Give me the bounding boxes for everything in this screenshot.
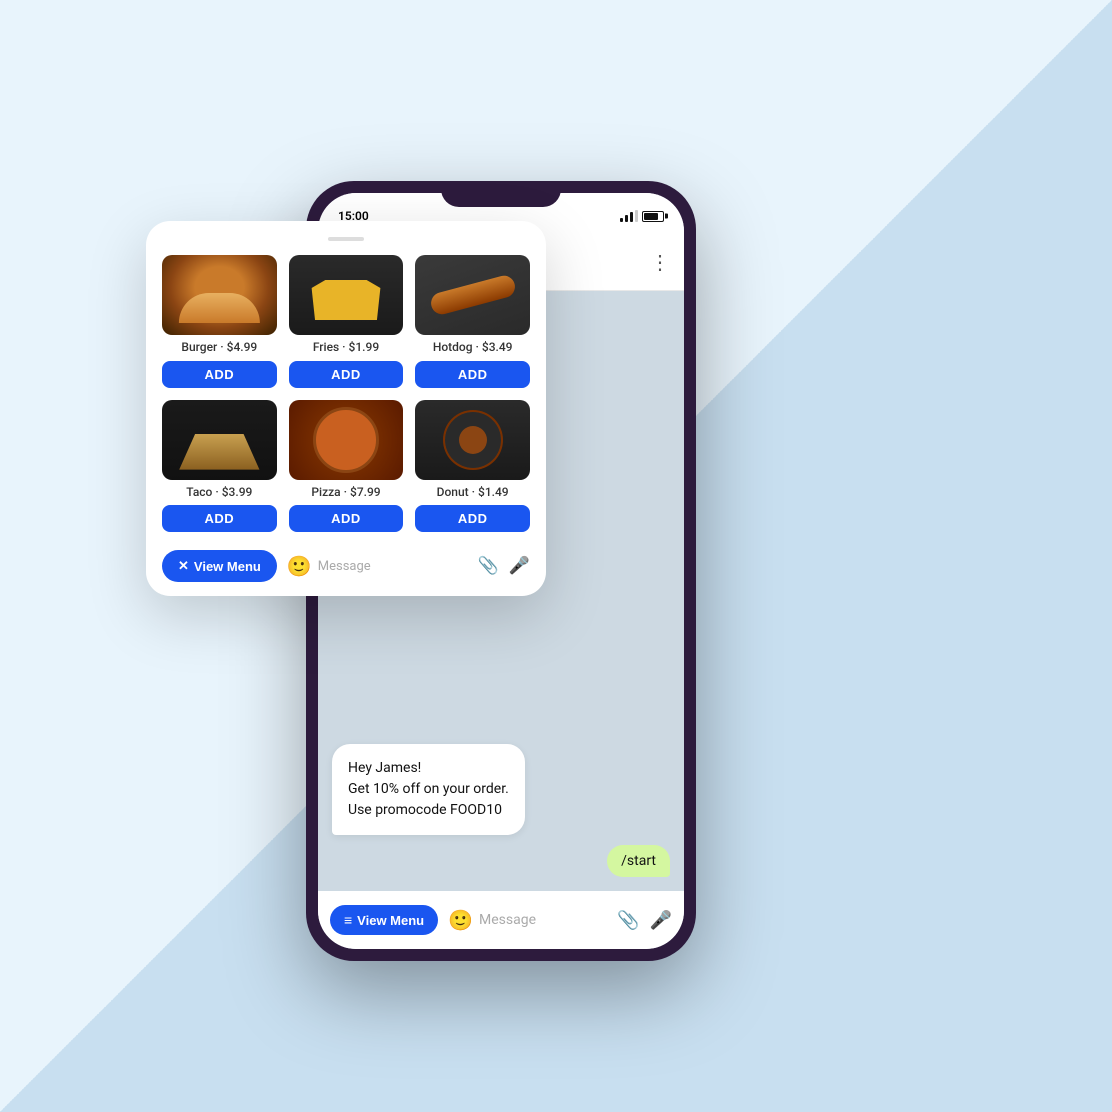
status-icons (620, 210, 664, 222)
battery-icon (642, 211, 664, 222)
view-menu-label-card: View Menu (194, 559, 261, 574)
card-input-area: 🙂 Message (287, 554, 468, 578)
menu-grid: Burger · $4.99 ADD Fries · $1.99 ADD Hot… (162, 255, 530, 532)
taco-image (162, 400, 277, 480)
add-burger-button[interactable]: ADD (162, 361, 277, 388)
more-icon[interactable]: ⋮ (650, 252, 670, 272)
taco-label: Taco · $3.99 (186, 485, 252, 501)
pizza-image (289, 400, 404, 480)
donut-label: Donut · $1.49 (437, 485, 509, 501)
burger-image (162, 255, 277, 335)
message-input-area: 🙂 Message (448, 908, 607, 932)
scene: 15:00 ← 🍜 Food Bot ⋮ (146, 121, 966, 991)
view-menu-button-card[interactable]: ✕ View Menu (162, 550, 277, 582)
hotdog-image (415, 255, 530, 335)
fries-image (289, 255, 404, 335)
menu-item-taco: Taco · $3.99 ADD (162, 400, 277, 533)
menu-item-hotdog: Hotdog · $3.49 ADD (415, 255, 530, 388)
signal-icon (620, 210, 638, 222)
phone-notch (441, 181, 561, 207)
add-hotdog-button[interactable]: ADD (415, 361, 530, 388)
hamburger-icon: ≡ (344, 912, 352, 928)
view-menu-button-phone[interactable]: ≡ View Menu (330, 905, 438, 935)
add-taco-button[interactable]: ADD (162, 505, 277, 532)
bot-message-bubble: Hey James! Get 10% off on your order. Us… (332, 744, 525, 835)
pizza-label: Pizza · $7.99 (311, 485, 380, 501)
chat-input-bar: ≡ View Menu 🙂 Message 📎 🎤 (318, 891, 684, 949)
card-mic-icon[interactable]: 🎤 (509, 556, 530, 576)
bot-message-text: Hey James! Get 10% off on your order. Us… (348, 760, 509, 818)
menu-item-fries: Fries · $1.99 ADD (289, 255, 404, 388)
emoji-icon[interactable]: 🙂 (448, 908, 473, 932)
x-close-icon: ✕ (178, 558, 189, 574)
add-donut-button[interactable]: ADD (415, 505, 530, 532)
card-attach-icon[interactable]: 📎 (478, 556, 499, 576)
view-menu-label-phone: View Menu (357, 913, 424, 928)
card-emoji-icon[interactable]: 🙂 (287, 554, 312, 578)
menu-card-bottom-bar: ✕ View Menu 🙂 Message 📎 🎤 (162, 546, 530, 582)
user-message-bubble: /start (607, 845, 670, 877)
add-pizza-button[interactable]: ADD (289, 505, 404, 532)
user-message-text: /start (621, 853, 656, 869)
menu-item-pizza: Pizza · $7.99 ADD (289, 400, 404, 533)
fries-label: Fries · $1.99 (313, 340, 379, 356)
hotdog-label: Hotdog · $3.49 (433, 340, 513, 356)
attach-icon[interactable]: 📎 (617, 910, 639, 931)
drag-handle (328, 237, 364, 241)
menu-card: Burger · $4.99 ADD Fries · $1.99 ADD Hot… (146, 221, 546, 596)
donut-image (415, 400, 530, 480)
mic-icon[interactable]: 🎤 (650, 910, 672, 931)
burger-label: Burger · $4.99 (181, 340, 257, 356)
message-placeholder[interactable]: Message (479, 912, 536, 928)
menu-item-burger: Burger · $4.99 ADD (162, 255, 277, 388)
menu-item-donut: Donut · $1.49 ADD (415, 400, 530, 533)
add-fries-button[interactable]: ADD (289, 361, 404, 388)
card-message-placeholder[interactable]: Message (318, 559, 371, 574)
